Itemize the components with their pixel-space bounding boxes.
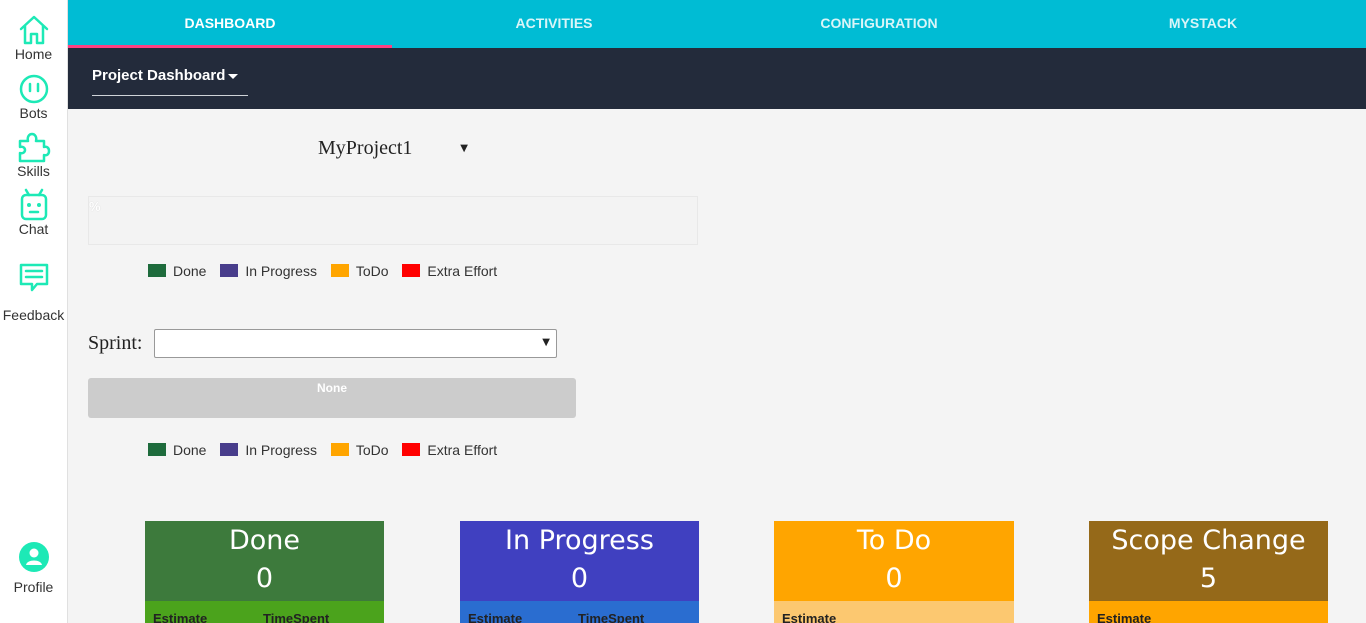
legend-item-done: Done <box>148 442 206 458</box>
legend-label: ToDo <box>355 442 389 458</box>
legend-label: Extra Effort <box>427 263 498 279</box>
tab-configuration[interactable]: CONFIGURATION <box>717 0 1041 48</box>
sidebar-item-profile[interactable]: Profile <box>0 541 67 595</box>
legend-item-in-progress: In Progress <box>220 263 317 279</box>
legend-swatch <box>330 443 349 456</box>
tab-activities[interactable]: ACTIVITIES <box>392 0 716 48</box>
sidebar-item-label: Feedback <box>2 307 65 323</box>
legend-label: Done <box>173 263 207 279</box>
legend-item-extra-effort: Extra Effort <box>402 263 497 279</box>
feedback-icon <box>19 263 48 292</box>
main-content: MyProject1 ▼ % Done In Progress ToDo Ext… <box>68 109 1366 623</box>
robot-icon <box>20 188 47 221</box>
legend-swatch <box>220 443 239 456</box>
card-title: Done <box>228 525 301 556</box>
sidebar-item-label: Profile <box>13 579 54 595</box>
dashboard-select-value: Project Dashboard <box>92 67 226 84</box>
card-title: In Progress <box>505 525 654 556</box>
legend-label: Extra Effort <box>427 442 498 458</box>
card-title: Scope Change <box>1111 525 1306 556</box>
legend-label: Done <box>173 442 207 458</box>
card-value: 0 <box>255 563 274 594</box>
card-done: Done 0 Estimate TimeSpent <box>145 521 384 623</box>
legend-swatch <box>220 264 239 277</box>
card-value: 0 <box>885 563 903 594</box>
legend-label: ToDo <box>355 263 389 279</box>
card-header: Done 0 <box>145 521 384 601</box>
card-title: To Do <box>856 525 932 556</box>
card-footer: Estimate TimeSpent <box>460 601 699 623</box>
sprint-legend: Done In Progress ToDo Extra Effort <box>148 442 507 460</box>
sidebar-item-home[interactable]: Home <box>0 14 67 62</box>
sprint-label: Sprint: <box>88 332 143 354</box>
sidebar-item-label: Bots <box>19 105 48 121</box>
card-header: To Do 0 <box>774 521 1014 601</box>
legend-swatch <box>148 264 166 277</box>
sidebar-item-label: Home <box>14 46 53 62</box>
legend-item-in-progress: In Progress <box>220 442 317 458</box>
card-in-progress: In Progress 0 Estimate TimeSpent <box>460 521 699 623</box>
sprint-progress-bar: None <box>88 378 576 418</box>
legend-swatch <box>402 443 421 456</box>
dashboard-select[interactable]: Project Dashboard <box>92 62 248 96</box>
card-header: Scope Change 5 <box>1089 521 1328 601</box>
caret-down-icon <box>228 74 238 79</box>
dropdown-arrow-icon: ▼ <box>460 143 468 154</box>
card-footer: Estimate <box>774 601 1014 623</box>
puzzle-icon <box>18 132 50 163</box>
sidebar-item-label: Skills <box>17 163 50 179</box>
card-value: 0 <box>570 563 589 594</box>
legend-item-todo: ToDo <box>330 263 389 279</box>
progress-percent-label: % <box>89 199 101 214</box>
card-estimate-label: Estimate <box>468 611 523 623</box>
legend-item-done: Done <box>148 263 206 279</box>
project-select-value: MyProject1 <box>318 137 413 159</box>
card-header: In Progress 0 <box>460 521 699 601</box>
card-estimate-label: Estimate <box>782 611 837 623</box>
dropdown-arrow-icon: ▼ <box>542 337 550 348</box>
card-estimate-label: Estimate <box>1097 611 1152 623</box>
project-select[interactable]: MyProject1 ▼ <box>318 137 468 163</box>
sidebar-item-chat[interactable]: Chat <box>0 188 67 237</box>
card-timespent-label: TimeSpent <box>263 611 330 623</box>
project-progress-bar: % <box>88 196 698 245</box>
card-footer: Estimate TimeSpent <box>145 601 384 623</box>
sidebar: Home Bots Skills Chat Feedback Profile <box>0 0 68 623</box>
card-todo: To Do 0 Estimate <box>774 521 1014 623</box>
legend-item-todo: ToDo <box>330 442 389 458</box>
legend-item-extra-effort: Extra Effort <box>402 442 497 458</box>
sidebar-item-feedback[interactable]: Feedback <box>0 261 67 323</box>
sidebar-item-skills[interactable]: Skills <box>0 131 67 179</box>
sprint-select[interactable]: ▼ <box>154 329 557 358</box>
card-timespent-label: TimeSpent <box>578 611 645 623</box>
profile-icon <box>18 542 49 572</box>
legend-swatch <box>402 264 421 277</box>
sprint-none-label: None <box>317 381 347 395</box>
legend-swatch <box>148 443 166 456</box>
card-scope-change: Scope Change 5 Estimate <box>1089 521 1328 623</box>
bot-icon <box>19 74 48 104</box>
sidebar-item-label: Chat <box>18 221 49 237</box>
top-nav: DASHBOARD ACTIVITIES CONFIGURATION MYSTA… <box>68 0 1366 48</box>
card-footer: Estimate <box>1089 601 1328 623</box>
tab-dashboard[interactable]: DASHBOARD <box>68 0 392 48</box>
sidebar-item-bots[interactable]: Bots <box>0 73 67 121</box>
home-icon <box>19 15 48 45</box>
card-estimate-label: Estimate <box>153 611 208 623</box>
legend-swatch <box>330 264 349 277</box>
legend-label: In Progress <box>245 263 317 279</box>
card-value: 5 <box>1199 563 1218 594</box>
dashboard-subbar: Project Dashboard <box>68 48 1366 109</box>
project-legend: Done In Progress ToDo Extra Effort <box>148 263 507 281</box>
tab-mystack[interactable]: MYSTACK <box>1041 0 1365 48</box>
legend-label: In Progress <box>245 442 317 458</box>
